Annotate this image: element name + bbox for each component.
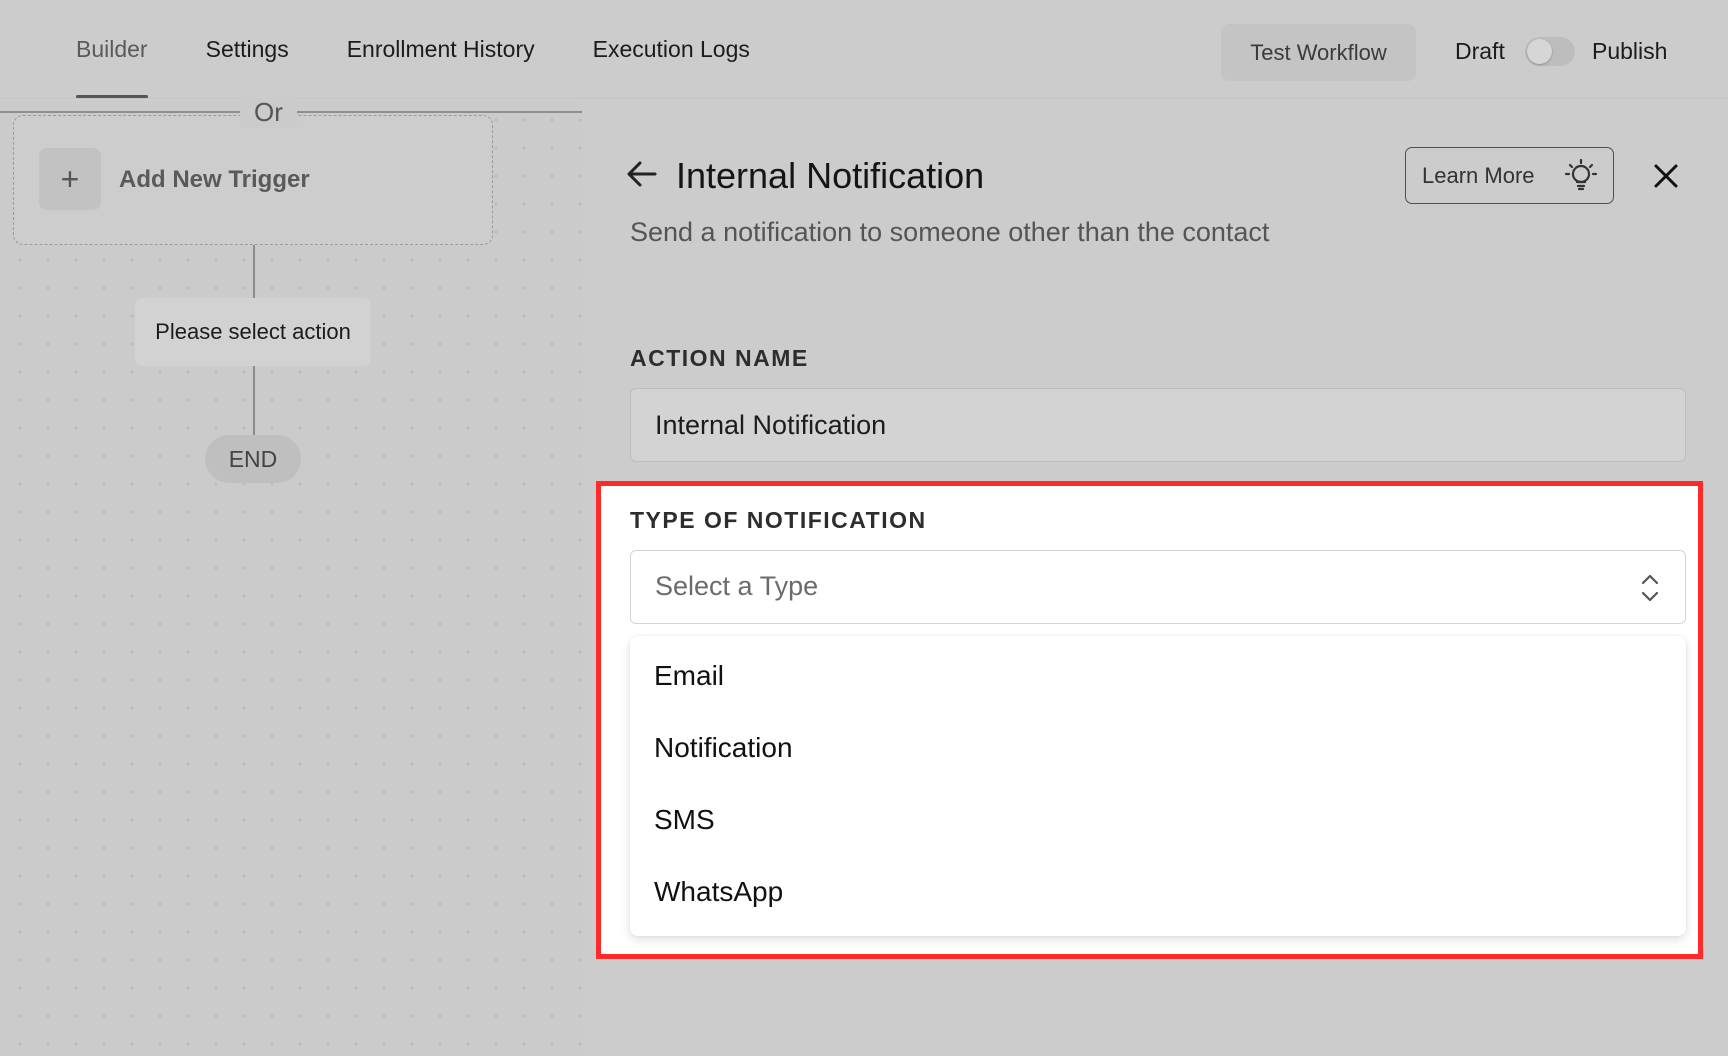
notification-type-select[interactable]: Select a Type [630, 550, 1686, 624]
publish-toggle[interactable] [1525, 37, 1575, 66]
or-separator: Or [240, 97, 297, 128]
learn-more-label: Learn More [1422, 162, 1535, 188]
add-new-trigger-button[interactable]: Add New Trigger [119, 166, 310, 194]
close-icon[interactable] [1652, 162, 1680, 190]
tab-bar: Builder Settings Enrollment History Exec… [76, 0, 808, 99]
action-name-label: ACTION NAME [630, 345, 809, 371]
select-placeholder: Select a Type [655, 571, 819, 601]
option-email[interactable]: Email [630, 640, 1686, 712]
back-arrow-icon[interactable] [625, 157, 659, 191]
publish-label[interactable]: Publish [1592, 38, 1667, 65]
tab-execution-logs[interactable]: Execution Logs [593, 0, 750, 99]
notification-type-dropdown: Email Notification SMS WhatsApp [630, 636, 1686, 936]
panel-title: Internal Notification [676, 155, 985, 196]
action-name-input[interactable] [630, 388, 1686, 462]
select-action-node[interactable]: Please select action [135, 298, 371, 366]
end-node: END [205, 435, 301, 483]
tab-enrollment-history[interactable]: Enrollment History [347, 0, 535, 99]
tab-settings[interactable]: Settings [206, 0, 289, 99]
tab-builder[interactable]: Builder [76, 0, 148, 99]
test-workflow-button[interactable]: Test Workflow [1221, 24, 1416, 81]
lightbulb-icon [1564, 158, 1598, 191]
option-sms[interactable]: SMS [630, 784, 1686, 856]
top-bar: Builder Settings Enrollment History Exec… [0, 0, 1728, 99]
option-whatsapp[interactable]: WhatsApp [630, 856, 1686, 928]
option-notification[interactable]: Notification [630, 712, 1686, 784]
connector-line [253, 245, 255, 298]
draft-label: Draft [1455, 38, 1505, 64]
learn-more-button[interactable]: Learn More [1405, 147, 1614, 204]
toggle-knob [1527, 39, 1552, 64]
connector-line [253, 366, 255, 435]
type-of-notification-label: TYPE OF NOTIFICATION [630, 507, 927, 533]
panel-subtitle: Send a notification to someone other tha… [630, 217, 1270, 247]
chevron-up-down-icon [1641, 574, 1659, 602]
plus-icon[interactable]: + [39, 148, 101, 210]
